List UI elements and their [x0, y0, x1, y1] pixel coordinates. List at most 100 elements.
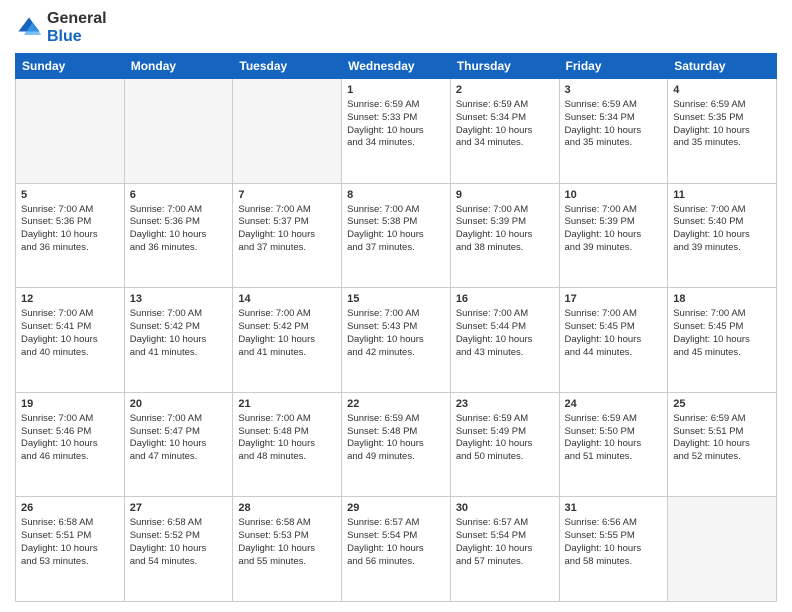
day-info-line: and 37 minutes.: [347, 242, 445, 255]
day-info-line: Sunrise: 6:59 AM: [347, 99, 445, 112]
day-info-line: Daylight: 10 hours: [347, 229, 445, 242]
day-info-line: Sunset: 5:52 PM: [130, 530, 228, 543]
day-info-line: Sunrise: 7:00 AM: [673, 308, 771, 321]
table-row: 16Sunrise: 7:00 AMSunset: 5:44 PMDayligh…: [450, 288, 559, 393]
day-info-line: Sunset: 5:40 PM: [673, 216, 771, 229]
table-row: 6Sunrise: 7:00 AMSunset: 5:36 PMDaylight…: [124, 183, 233, 288]
table-row: [16, 79, 125, 184]
calendar-row: 5Sunrise: 7:00 AMSunset: 5:36 PMDaylight…: [16, 183, 777, 288]
day-info-line: and 55 minutes.: [238, 556, 336, 569]
day-info-line: Daylight: 10 hours: [238, 438, 336, 451]
day-number: 24: [565, 397, 663, 412]
day-info-line: and 57 minutes.: [456, 556, 554, 569]
day-number: 15: [347, 292, 445, 307]
day-info-line: and 38 minutes.: [456, 242, 554, 255]
day-info-line: and 43 minutes.: [456, 347, 554, 360]
table-row: 14Sunrise: 7:00 AMSunset: 5:42 PMDayligh…: [233, 288, 342, 393]
day-info-line: Sunset: 5:38 PM: [347, 216, 445, 229]
table-row: 17Sunrise: 7:00 AMSunset: 5:45 PMDayligh…: [559, 288, 668, 393]
header-thursday: Thursday: [450, 54, 559, 79]
day-info-line: Sunrise: 6:56 AM: [565, 517, 663, 530]
day-info-line: Daylight: 10 hours: [565, 229, 663, 242]
day-info-line: Sunrise: 6:57 AM: [456, 517, 554, 530]
table-row: 25Sunrise: 6:59 AMSunset: 5:51 PMDayligh…: [668, 392, 777, 497]
day-info-line: Daylight: 10 hours: [456, 438, 554, 451]
page: General Blue Sunday Monday Tuesday Wedne…: [0, 0, 792, 612]
header: General Blue: [15, 10, 777, 45]
day-info-line: Sunrise: 7:00 AM: [347, 204, 445, 217]
day-number: 25: [673, 397, 771, 412]
day-info-line: Sunset: 5:42 PM: [238, 321, 336, 334]
table-row: 11Sunrise: 7:00 AMSunset: 5:40 PMDayligh…: [668, 183, 777, 288]
day-info-line: Daylight: 10 hours: [238, 334, 336, 347]
day-number: 12: [21, 292, 119, 307]
day-info-line: and 35 minutes.: [673, 137, 771, 150]
day-number: 1: [347, 83, 445, 98]
day-info-line: Sunset: 5:55 PM: [565, 530, 663, 543]
day-info-line: Daylight: 10 hours: [456, 334, 554, 347]
table-row: 15Sunrise: 7:00 AMSunset: 5:43 PMDayligh…: [342, 288, 451, 393]
day-info-line: Daylight: 10 hours: [565, 125, 663, 138]
day-info-line: Daylight: 10 hours: [673, 438, 771, 451]
day-info-line: Sunrise: 6:58 AM: [130, 517, 228, 530]
day-info-line: and 51 minutes.: [565, 451, 663, 464]
day-info-line: Sunrise: 7:00 AM: [130, 204, 228, 217]
day-info-line: Sunrise: 7:00 AM: [238, 413, 336, 426]
day-number: 13: [130, 292, 228, 307]
day-info-line: Sunset: 5:34 PM: [565, 112, 663, 125]
day-number: 11: [673, 188, 771, 203]
day-info-line: Sunrise: 7:00 AM: [347, 308, 445, 321]
day-info-line: and 34 minutes.: [456, 137, 554, 150]
logo-text: General Blue: [47, 10, 107, 45]
day-info-line: and 36 minutes.: [130, 242, 228, 255]
header-sunday: Sunday: [16, 54, 125, 79]
day-info-line: Sunset: 5:51 PM: [673, 426, 771, 439]
table-row: 9Sunrise: 7:00 AMSunset: 5:39 PMDaylight…: [450, 183, 559, 288]
day-info-line: and 48 minutes.: [238, 451, 336, 464]
table-row: 30Sunrise: 6:57 AMSunset: 5:54 PMDayligh…: [450, 497, 559, 602]
day-info-line: Daylight: 10 hours: [21, 334, 119, 347]
table-row: 10Sunrise: 7:00 AMSunset: 5:39 PMDayligh…: [559, 183, 668, 288]
day-info-line: Daylight: 10 hours: [456, 229, 554, 242]
day-info-line: Sunset: 5:51 PM: [21, 530, 119, 543]
table-row: 3Sunrise: 6:59 AMSunset: 5:34 PMDaylight…: [559, 79, 668, 184]
day-info-line: Sunset: 5:50 PM: [565, 426, 663, 439]
day-info-line: Sunrise: 6:59 AM: [347, 413, 445, 426]
day-number: 2: [456, 83, 554, 98]
day-info-line: Sunset: 5:41 PM: [21, 321, 119, 334]
day-number: 4: [673, 83, 771, 98]
day-number: 18: [673, 292, 771, 307]
day-info-line: Sunrise: 6:58 AM: [21, 517, 119, 530]
day-info-line: Sunrise: 6:59 AM: [456, 413, 554, 426]
day-number: 29: [347, 501, 445, 516]
day-info-line: and 53 minutes.: [21, 556, 119, 569]
day-info-line: Sunrise: 7:00 AM: [565, 308, 663, 321]
day-info-line: Sunrise: 7:00 AM: [673, 204, 771, 217]
calendar-row: 19Sunrise: 7:00 AMSunset: 5:46 PMDayligh…: [16, 392, 777, 497]
day-info-line: Daylight: 10 hours: [21, 229, 119, 242]
day-info-line: Sunset: 5:36 PM: [21, 216, 119, 229]
day-info-line: and 35 minutes.: [565, 137, 663, 150]
day-info-line: Sunset: 5:39 PM: [565, 216, 663, 229]
day-info-line: Sunset: 5:47 PM: [130, 426, 228, 439]
day-info-line: Daylight: 10 hours: [347, 334, 445, 347]
header-tuesday: Tuesday: [233, 54, 342, 79]
day-info-line: Sunrise: 7:00 AM: [565, 204, 663, 217]
table-row: 13Sunrise: 7:00 AMSunset: 5:42 PMDayligh…: [124, 288, 233, 393]
day-info-line: and 44 minutes.: [565, 347, 663, 360]
day-info-line: Sunrise: 6:59 AM: [565, 99, 663, 112]
table-row: [233, 79, 342, 184]
day-info-line: Sunset: 5:39 PM: [456, 216, 554, 229]
day-info-line: Sunset: 5:35 PM: [673, 112, 771, 125]
table-row: 20Sunrise: 7:00 AMSunset: 5:47 PMDayligh…: [124, 392, 233, 497]
day-info-line: Sunset: 5:43 PM: [347, 321, 445, 334]
day-info-line: Sunset: 5:37 PM: [238, 216, 336, 229]
day-info-line: and 49 minutes.: [347, 451, 445, 464]
day-info-line: Sunset: 5:46 PM: [21, 426, 119, 439]
calendar-row: 26Sunrise: 6:58 AMSunset: 5:51 PMDayligh…: [16, 497, 777, 602]
day-info-line: and 45 minutes.: [673, 347, 771, 360]
day-info-line: Sunset: 5:34 PM: [456, 112, 554, 125]
table-row: [124, 79, 233, 184]
day-info-line: Sunset: 5:33 PM: [347, 112, 445, 125]
day-info-line: Daylight: 10 hours: [565, 543, 663, 556]
